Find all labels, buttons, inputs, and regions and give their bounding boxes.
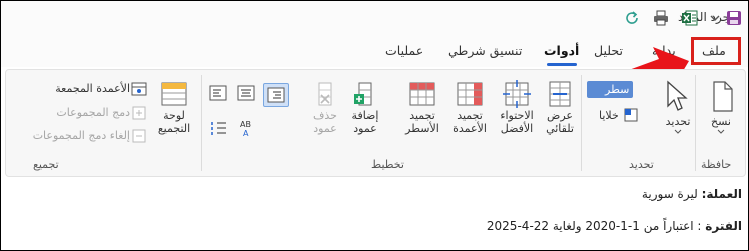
currency-line: العملة: ليرة سورية — [642, 187, 742, 201]
period-label: الفترة — [705, 219, 742, 233]
svg-text:AB: AB — [240, 120, 251, 129]
active-tab-indicator — [547, 63, 577, 66]
print-icon[interactable] — [650, 7, 672, 29]
tab-file[interactable]: ملف — [702, 43, 726, 58]
rows-label: سطر — [605, 83, 630, 96]
freeze-columns-button[interactable]: تجميد الأعمدة — [447, 79, 493, 135]
freeze-rows-icon — [409, 82, 435, 106]
auto-width-icon — [549, 81, 571, 107]
freeze-rows-label: تجميد الأسطر — [405, 109, 439, 135]
group-panel-label: لوحة التجميع — [157, 109, 191, 135]
select-label: تحديد — [665, 115, 691, 128]
period-line: الفترة : اعتباراً من 1-1-2020 ولغاية 22-… — [487, 219, 742, 233]
freeze-columns-icon — [457, 82, 483, 106]
merge-groups-item[interactable]: دمج المجموعات — [56, 106, 130, 119]
group-label-clipboard: حافظة — [701, 158, 732, 171]
grouped-columns-item[interactable]: الأعمدة المجمعة — [55, 82, 130, 95]
text-direction-icon: ABA — [240, 120, 251, 138]
svg-text:A: A — [243, 129, 249, 137]
group-label-select: تحديد — [629, 158, 654, 171]
auto-width-label: عرض تلقائي — [546, 109, 574, 135]
cells-icon — [624, 108, 638, 121]
delete-column-icon — [318, 82, 332, 106]
copy-icon — [713, 81, 733, 112]
report-area — [5, 181, 745, 250]
numbered-list-icon — [211, 122, 226, 135]
delete-column-button[interactable]: حذف عمود — [307, 79, 343, 135]
best-fit-label: الاحتواء الأفضل — [500, 109, 534, 135]
refresh-icon[interactable] — [621, 7, 643, 29]
numbered-list-button[interactable] — [210, 119, 228, 141]
group-label-grouping: تجميع — [33, 158, 59, 171]
merge-groups-label: دمج المجموعات — [56, 106, 130, 119]
app-window: جرد المواد ملف بداية تحليل أدوات تنسيق ش… — [0, 0, 749, 251]
add-column-icon — [354, 82, 372, 106]
align-right-button[interactable] — [263, 83, 289, 107]
auto-width-button[interactable]: عرض تلقائي — [541, 79, 579, 135]
group-panel-button[interactable]: لوحة التجميع — [151, 79, 197, 135]
select-button[interactable]: تحديد — [660, 115, 696, 135]
delete-column-label: حذف عمود — [313, 109, 337, 135]
group-separator — [581, 75, 582, 171]
freeze-columns-label: تجميد الأعمدة — [453, 109, 487, 135]
align-center-button[interactable] — [237, 85, 255, 105]
align-right-icon — [267, 87, 285, 103]
select-cells-button[interactable]: خلايا — [599, 104, 639, 123]
copy-button[interactable]: نسخ — [701, 79, 741, 135]
chevron-down-icon — [717, 129, 725, 134]
excel-export-icon[interactable] — [679, 7, 701, 29]
freeze-rows-button[interactable]: تجميد الأسطر — [399, 79, 445, 135]
add-column-button[interactable]: إضافة عمود — [345, 79, 385, 135]
chevron-down-icon — [674, 129, 682, 134]
unmerge-groups-icon — [132, 129, 146, 143]
select-rows-button[interactable]: سطر — [587, 81, 633, 98]
unmerge-groups-label: إلغاء دمج المجموعات — [32, 129, 130, 142]
tab-operations[interactable]: عمليات — [385, 43, 423, 58]
currency-value: ليرة سورية — [641, 187, 698, 201]
align-left-button[interactable] — [209, 85, 227, 105]
period-value: : اعتباراً من 1-1-2020 ولغاية 22-4-2025 — [486, 219, 702, 233]
group-panel-icon — [161, 82, 187, 106]
unmerge-groups-item[interactable]: إلغاء دمج المجموعات — [33, 129, 130, 142]
currency-label: العملة: — [701, 187, 742, 201]
align-left-icon — [209, 85, 227, 101]
grouped-columns-icon — [131, 82, 147, 96]
add-column-label: إضافة عمود — [351, 109, 379, 135]
text-direction-button[interactable]: AB A — [238, 119, 256, 141]
best-fit-button[interactable]: الاحتواء الأفضل — [495, 79, 539, 135]
group-label-layout: تخطيط — [371, 158, 404, 171]
chevron-down-icon[interactable] — [704, 7, 726, 29]
tab-conditional-format[interactable]: تنسيق شرطي — [448, 43, 522, 58]
best-fit-icon — [503, 80, 531, 108]
group-separator — [201, 75, 202, 171]
grouped-columns-label: الأعمدة المجمعة — [55, 82, 130, 95]
copy-label: نسخ — [711, 115, 731, 128]
cursor-icon — [667, 80, 688, 111]
align-center-icon — [237, 85, 255, 101]
merge-groups-icon — [132, 106, 146, 120]
tab-tools[interactable]: أدوات — [544, 43, 579, 58]
save-icon[interactable] — [723, 7, 745, 29]
cells-label: خلايا — [599, 109, 619, 122]
